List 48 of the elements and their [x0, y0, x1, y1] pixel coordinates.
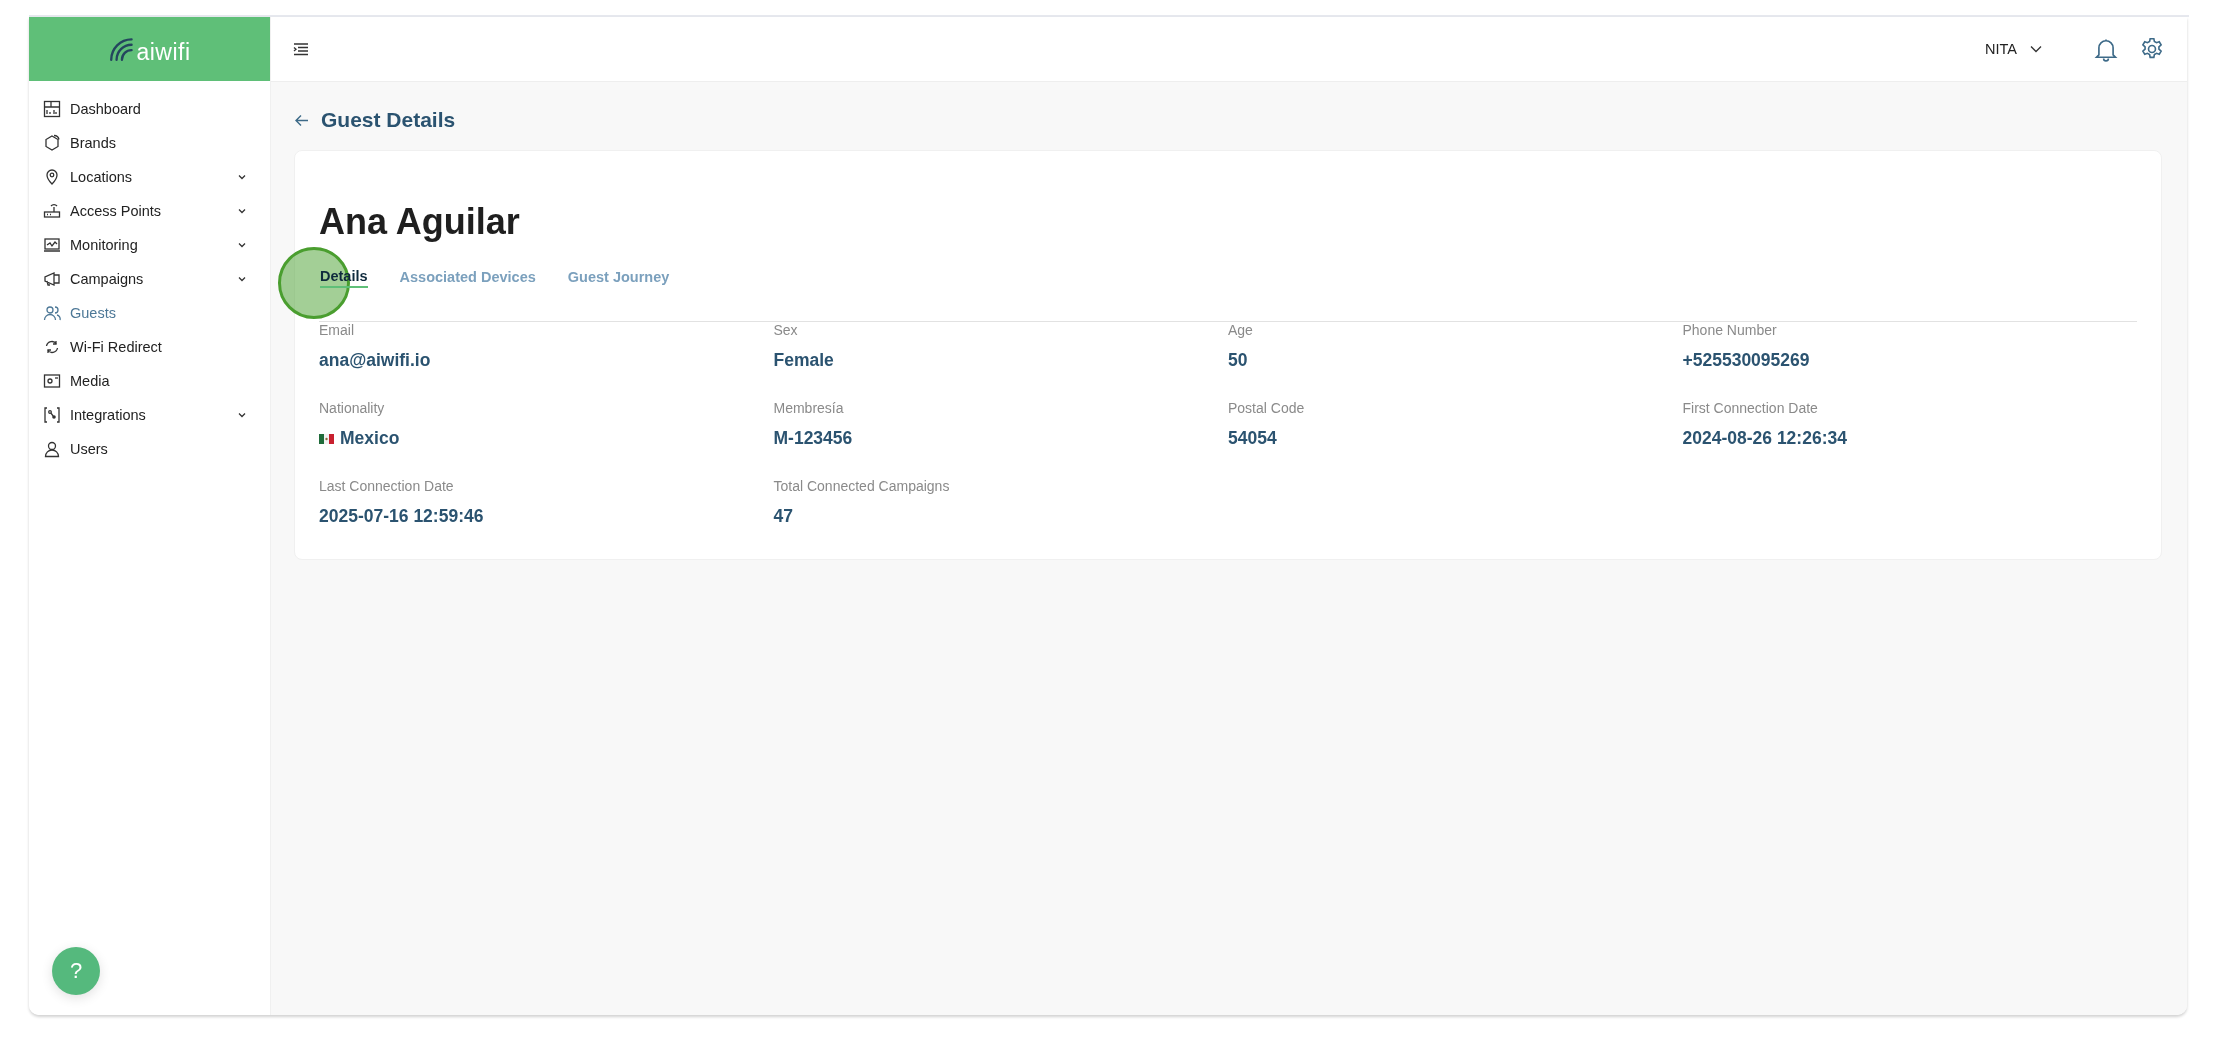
sidebar-item[interactable]: Media — [29, 364, 270, 398]
sidebar-item[interactable]: Monitoring — [29, 228, 270, 262]
field-label: Nationality — [319, 400, 386, 416]
field-label: Age — [1228, 322, 1254, 338]
sidebar-item[interactable]: Access Points — [29, 194, 270, 228]
pin-icon — [43, 168, 61, 186]
back-arrow-icon[interactable] — [294, 112, 309, 128]
users-icon — [43, 304, 61, 322]
sidebar-item[interactable]: Brands — [29, 126, 270, 160]
media-icon — [43, 372, 61, 390]
sidebar-item[interactable]: Users — [29, 432, 270, 466]
router-icon — [43, 202, 61, 220]
dashboard-icon — [43, 100, 61, 118]
user-icon — [43, 440, 61, 458]
field-label: Phone Number — [1682, 322, 1778, 338]
page-title: Guest Details — [321, 108, 456, 132]
monitor-icon — [43, 236, 61, 254]
field-value: ana@aiwifi.io — [319, 350, 431, 371]
sidebar-item[interactable]: Guests — [29, 296, 270, 330]
logo-text: aiwifi — [136, 39, 191, 66]
field-label: Total Connected Campaigns — [773, 478, 951, 494]
sidebar-item[interactable]: Dashboard — [29, 92, 270, 126]
sidebar-item[interactable]: Campaigns — [29, 262, 270, 296]
field-label: Membresía — [773, 400, 845, 416]
megaphone-icon — [43, 270, 61, 288]
user-name[interactable]: NITA — [1985, 41, 2017, 57]
field-label: Sex — [773, 322, 799, 338]
field-value: 2025-07-16 12:59:46 — [319, 506, 484, 527]
field-label: Email — [319, 322, 355, 338]
menu-icon[interactable] — [293, 41, 309, 57]
field-value: 50 — [1228, 350, 1248, 371]
guest-name: Ana Aguilar — [319, 201, 521, 243]
field-value: 47 — [773, 506, 793, 527]
field-label: Last Connection Date — [319, 478, 455, 494]
field-label: Postal Code — [1228, 400, 1306, 416]
field-value: Female — [773, 350, 834, 371]
field-value: M-123456 — [773, 428, 853, 449]
field-value: +525530095269 — [1682, 350, 1810, 371]
integrations-icon — [43, 406, 61, 424]
sidebar-item[interactable]: Integrations — [29, 398, 270, 432]
field-value: Mexico — [340, 428, 400, 449]
field-value: 2024-08-26 12:26:34 — [1682, 428, 1847, 449]
field-value: 54054 — [1228, 428, 1277, 449]
redirect-icon — [43, 338, 61, 356]
field-label: First Connection Date — [1682, 400, 1819, 416]
sidebar-item[interactable]: Locations — [29, 160, 270, 194]
brands-icon — [43, 134, 61, 152]
sidebar-item[interactable]: Wi-Fi Redirect — [29, 330, 270, 364]
